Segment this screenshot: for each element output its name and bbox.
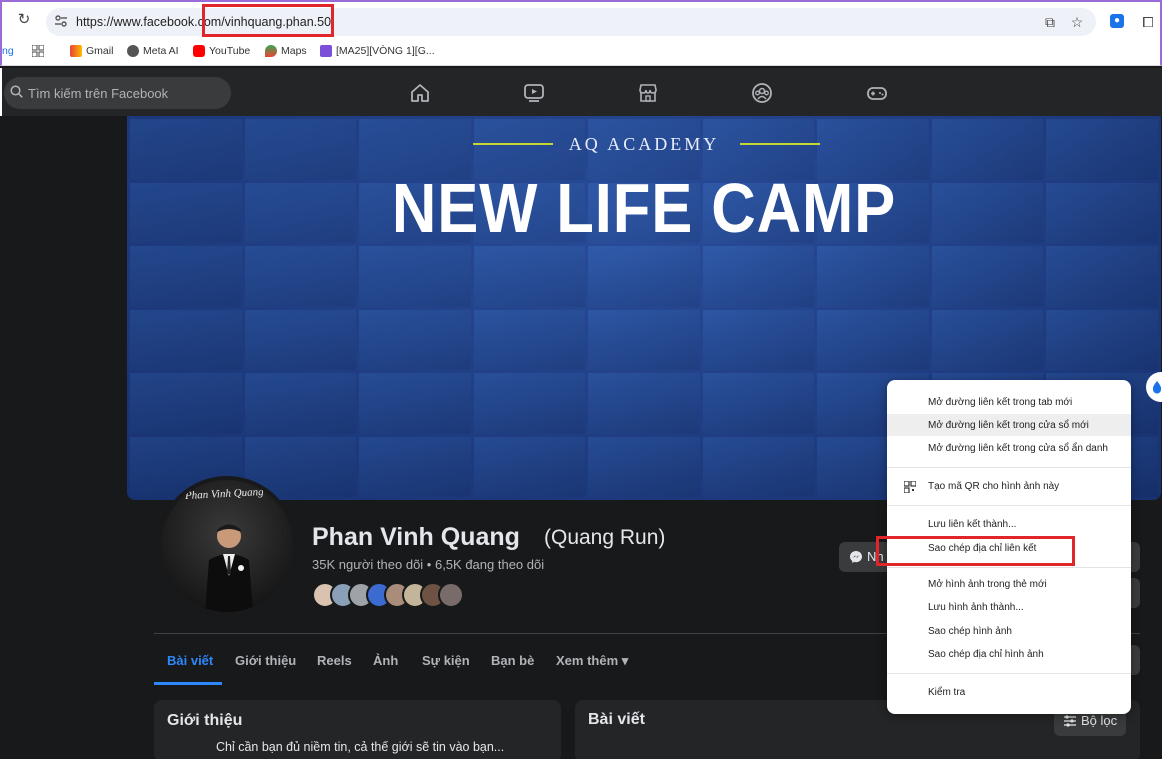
tab-events[interactable]: Sự kiện xyxy=(422,653,470,668)
filter-sliders-icon xyxy=(1064,715,1076,727)
groups-icon[interactable] xyxy=(751,82,773,104)
cover-headline: NEW LIFE CAMP xyxy=(391,169,897,247)
meta-ai-icon xyxy=(127,45,139,57)
site-settings-icon[interactable] xyxy=(54,14,68,28)
browser-address-bar-row: ↻ https://www.facebook.com/vinhquang.pha… xyxy=(0,0,1162,40)
intro-bio: Chỉ cần bạn đủ niềm tin, cả thế giới sẽ … xyxy=(216,740,505,754)
bookmarks-bar: ng Gmail Meta AI YouTube Maps [MA25][VÒN… xyxy=(0,40,1162,66)
search-placeholder: Tìm kiếm trên Facebook xyxy=(28,86,169,101)
avatar-person xyxy=(205,524,253,612)
menu-separator xyxy=(887,567,1131,568)
url-highlight-box xyxy=(202,4,334,37)
ma25-icon xyxy=(320,45,332,57)
menu-separator xyxy=(887,467,1131,468)
menu-open-image-new-tab[interactable]: Mở hình ảnh trong thẻ mới xyxy=(928,579,1047,590)
search-icon xyxy=(10,85,23,98)
tab-friends[interactable]: Bạn bè xyxy=(491,653,534,668)
bookmark-gmail[interactable]: Gmail xyxy=(70,45,113,57)
bookmark-maps[interactable]: Maps xyxy=(265,45,307,57)
gmail-icon xyxy=(70,45,82,57)
cover-academy-text: AQ ACADEMY xyxy=(568,134,720,154)
drop-icon xyxy=(1152,381,1162,394)
menu-save-image-as[interactable]: Lưu hình ảnh thành... xyxy=(928,602,1024,613)
friend-avatar[interactable] xyxy=(438,582,464,608)
tab-photos[interactable]: Ảnh xyxy=(373,653,398,668)
active-tab-underline xyxy=(154,682,222,685)
install-app-icon[interactable]: ⧉ xyxy=(1042,14,1058,30)
profile-name: Phan Vinh Quang xyxy=(312,523,520,551)
menu-copy-image[interactable]: Sao chép hình ảnh xyxy=(928,626,1012,637)
bookmark-youtube[interactable]: YouTube xyxy=(193,45,250,57)
menu-save-link-as[interactable]: Lưu liên kết thành... xyxy=(928,519,1016,530)
bookmark-star-icon[interactable]: ☆ xyxy=(1069,14,1085,30)
followers-count[interactable]: 35K người theo dõi • 6,5K đang theo dõi xyxy=(312,557,544,572)
friend-avatars[interactable] xyxy=(312,582,464,608)
facebook-top-bar: Tìm kiếm trên Facebook xyxy=(0,68,1162,116)
tab-about[interactable]: Giới thiệu xyxy=(235,653,296,668)
intro-title: Giới thiệu xyxy=(167,712,243,729)
menu-separator xyxy=(887,505,1131,506)
posts-title: Bài viết xyxy=(588,711,645,728)
extension-drop-icon[interactable]: ● xyxy=(1110,14,1124,28)
menu-inspect[interactable]: Kiểm tra xyxy=(928,687,965,698)
tab-posts[interactable]: Bài viết xyxy=(167,653,213,668)
gaming-icon[interactable] xyxy=(866,82,888,104)
bookmark-ma25[interactable]: [MA25][VÒNG 1][G... xyxy=(320,45,435,57)
menu-copy-image-address[interactable]: Sao chép địa chỉ hình ảnh xyxy=(928,649,1044,660)
avatar-signature: Phan Vinh Quang xyxy=(184,485,264,503)
youtube-icon xyxy=(193,45,205,57)
marketplace-icon[interactable] xyxy=(637,82,659,104)
extensions-puzzle-icon[interactable]: ⧠ xyxy=(1140,14,1156,30)
menu-open-link-new-window[interactable]: Mở đường liên kết trong cửa sổ mới xyxy=(928,420,1089,431)
tab-see-more[interactable]: Xem thêm ▾ xyxy=(556,653,628,669)
maps-icon xyxy=(265,45,277,57)
menu-separator xyxy=(887,673,1131,674)
messenger-icon xyxy=(850,551,862,563)
qr-code-icon xyxy=(904,481,916,493)
copy-link-highlight-box xyxy=(876,536,1075,566)
apps-grid-icon[interactable] xyxy=(32,45,44,57)
home-icon[interactable] xyxy=(409,82,431,104)
facebook-search-input[interactable]: Tìm kiếm trên Facebook xyxy=(4,77,231,109)
menu-create-qr[interactable]: Tạo mã QR cho hình ảnh này xyxy=(928,481,1059,492)
menu-open-link-incognito[interactable]: Mở đường liên kết trong cửa sổ ẩn danh xyxy=(928,443,1108,454)
profile-avatar[interactable]: Phan Vinh Quang xyxy=(157,476,297,616)
reload-icon[interactable]: ↻ xyxy=(16,12,32,28)
profile-alternate-name: (Quang Run) xyxy=(544,526,666,549)
bookmark-partial[interactable]: ng xyxy=(2,45,14,57)
video-icon[interactable] xyxy=(523,82,545,104)
bookmark-meta-ai[interactable]: Meta AI xyxy=(127,45,179,57)
menu-open-link-new-tab[interactable]: Mở đường liên kết trong tab mới xyxy=(928,397,1072,408)
tab-reels[interactable]: Reels xyxy=(317,653,352,668)
